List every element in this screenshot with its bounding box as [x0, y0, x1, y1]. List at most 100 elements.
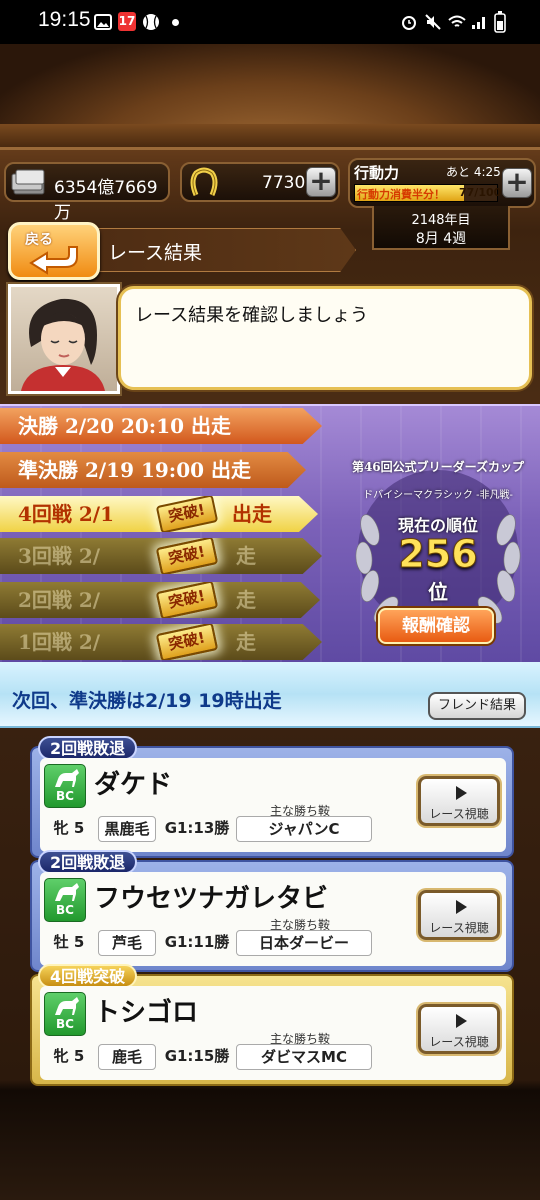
- horse-g1-wins: G1:15勝: [164, 1047, 230, 1065]
- horse-card-body: BC ダケド 主な勝ち鞍牝 5 黒鹿毛 G1:13勝 ジャパンC レース視聴: [40, 758, 506, 852]
- horse-card: 2回戦敗退 BC ダケド 主な勝ち鞍牝 5 黒鹿毛 G1:13勝 ジャパンC レース視聴: [30, 736, 514, 858]
- horse-coat: 黒鹿毛: [98, 816, 156, 842]
- secretary-avatar: [21, 298, 105, 391]
- horse-card: 2回戦敗退 BC フウセツナガレタビ 主な勝ち鞍牡 5 芦毛 G1:11勝 日本ダービー レー…: [30, 850, 514, 972]
- horse-name: フウセツナガレタビ: [94, 884, 329, 914]
- round-label: 2回戦 2/: [18, 588, 101, 612]
- horse-name: トシゴロ: [94, 998, 199, 1028]
- signal-icon: [472, 17, 485, 29]
- reward-check-button[interactable]: 報酬確認: [378, 608, 494, 644]
- stamina-timer: あと 4:25: [446, 165, 501, 179]
- watch-race-button[interactable]: レース視聴: [418, 776, 500, 826]
- round-label: 準決勝 2/19 19:00 出走: [18, 458, 251, 482]
- stamina-label: 行動力: [354, 164, 400, 182]
- horse-coat: 芦毛: [98, 930, 156, 956]
- horse-badge-text: BC: [56, 789, 74, 803]
- status-bar: 19:15 17: [0, 0, 540, 44]
- round-label: 1回戦 2/: [18, 630, 101, 654]
- break-through-stamp: 突破!: [155, 538, 219, 574]
- round-suffix: 走: [236, 630, 256, 654]
- horse-badge-text: BC: [56, 1017, 74, 1031]
- friend-result-label: フレンド結果: [437, 698, 516, 713]
- round-row: 決勝 2/20 20:10 出走: [0, 408, 322, 444]
- horseshoe-icon: [190, 167, 218, 196]
- calendar-year: 2148年目: [411, 213, 471, 228]
- add-stamina-button[interactable]: +: [502, 168, 532, 198]
- wifi-icon: [448, 15, 466, 27]
- round-suffix: 出走: [232, 502, 272, 526]
- message-text: レース結果を確認しましょう: [135, 305, 369, 326]
- back-arrow-icon: [29, 246, 78, 275]
- round-suffix: 走: [236, 588, 256, 612]
- add-horseshoe-button[interactable]: +: [306, 167, 336, 197]
- horse-icon: [55, 997, 79, 1015]
- secretary-portrait: [8, 284, 120, 394]
- page-title: レース結果: [108, 242, 203, 264]
- horse-bc-badge: BC: [44, 764, 86, 808]
- break-through-stamp: 突破!: [155, 624, 219, 660]
- break-through-stamp: 突破!: [155, 582, 219, 618]
- cup-race: ドバイシーマクラシック: [363, 490, 473, 501]
- alarm-icon: [402, 16, 416, 30]
- round-label: 4回戦 2/1: [18, 502, 115, 526]
- next-race-text: 次回、準決勝は2/19 19時出走: [12, 690, 282, 712]
- play-icon: [456, 786, 467, 800]
- battery-icon: [494, 11, 506, 33]
- round-label: 3回戦 2/: [18, 544, 101, 568]
- money-icon: [11, 169, 45, 195]
- round-label: 決勝 2/20 20:10 出走: [18, 414, 231, 438]
- round-suffix: 走: [236, 544, 256, 568]
- horseshoe-value: 7730: [262, 173, 306, 193]
- rank-unit: 位: [428, 580, 448, 604]
- horse-bc-badge: BC: [44, 992, 86, 1036]
- back-button[interactable]: 戻る: [8, 222, 100, 280]
- horse-status-tag: 2回戦敗退: [38, 736, 138, 760]
- watch-race-button[interactable]: レース視聴: [418, 890, 500, 940]
- cup-race-line: ドバイシーマクラシック -非凡戦-: [340, 486, 536, 501]
- round-list: 決勝 2/20 20:10 出走 準決勝 2/19 19:00 出走 4回戦 2/1…: [0, 408, 330, 660]
- horse-badge-text: BC: [56, 903, 74, 917]
- stamina-bar-text: 行動力消費半分！: [357, 188, 445, 201]
- horse-status-tag: 2回戦敗退: [38, 850, 138, 874]
- horse-name: ダケド: [94, 770, 173, 800]
- horse-icon: [55, 769, 79, 787]
- cup-name: 第46回公式ブリーダーズカップ: [351, 460, 525, 474]
- horse-card-list: 2回戦敗退 BC ダケド 主な勝ち鞍牝 5 黒鹿毛 G1:13勝 ジャパンC レース視聴 2回戦…: [0, 736, 540, 1086]
- horse-card-body: BC トシゴロ 主な勝ち鞍牝 5 鹿毛 G1:15勝 ダビマスMC レース視聴: [40, 986, 506, 1080]
- round-row: 3回戦 2/走突破!: [0, 538, 322, 574]
- horse-sex-age: 牝 5: [53, 819, 85, 837]
- watch-race-button[interactable]: レース視聴: [418, 1004, 500, 1054]
- watch-race-label: レース視聴: [429, 807, 489, 821]
- app17-icon: 17: [118, 12, 136, 31]
- cup-race-tag: -非凡戦-: [476, 490, 513, 501]
- horse-sex-age: 牝 5: [53, 1047, 85, 1065]
- calendar-display: 2148年目 8月 4週: [372, 206, 510, 250]
- horse-g1-wins: G1:11勝: [164, 933, 230, 951]
- horse-main-win: ジャパンC: [236, 816, 372, 842]
- watch-race-label: レース視聴: [429, 1035, 489, 1049]
- rank-value: 256: [398, 532, 478, 577]
- gallery-icon: [94, 14, 112, 30]
- baseball-icon: [143, 14, 159, 30]
- mute-icon: [425, 14, 441, 30]
- horse-bc-badge: BC: [44, 878, 86, 922]
- status-time: 19:15: [38, 8, 91, 31]
- friend-result-button[interactable]: フレンド結果: [428, 692, 526, 720]
- play-icon: [456, 1014, 467, 1028]
- round-row: 4回戦 2/1 出走 突破!: [0, 496, 318, 532]
- horse-g1-wins: G1:13勝: [164, 819, 230, 837]
- reward-check-label: 報酬確認: [402, 616, 470, 636]
- stamina-value: 77/100: [459, 186, 502, 199]
- money-display: 6354億7669万: [4, 162, 170, 223]
- horse-card: 4回戦突破 BC トシゴロ 主な勝ち鞍牝 5 鹿毛 G1:15勝 ダビマスMC レース視聴: [30, 964, 514, 1086]
- round-row: 1回戦 2/走突破!: [0, 624, 322, 660]
- horse-main-win: ダビマスMC: [236, 1044, 372, 1070]
- calendar-week: 8月 4週: [415, 231, 467, 247]
- play-icon: [456, 900, 467, 914]
- horse-coat: 鹿毛: [98, 1044, 156, 1070]
- watch-race-label: レース視聴: [429, 921, 489, 935]
- stamina-display: 行動力 あと 4:25 行動力消費半分！ 77/100 +: [348, 158, 536, 208]
- wooden-beam: [0, 124, 540, 150]
- horse-status-tag: 4回戦突破: [38, 964, 138, 988]
- horse-main-win: 日本ダービー: [236, 930, 372, 956]
